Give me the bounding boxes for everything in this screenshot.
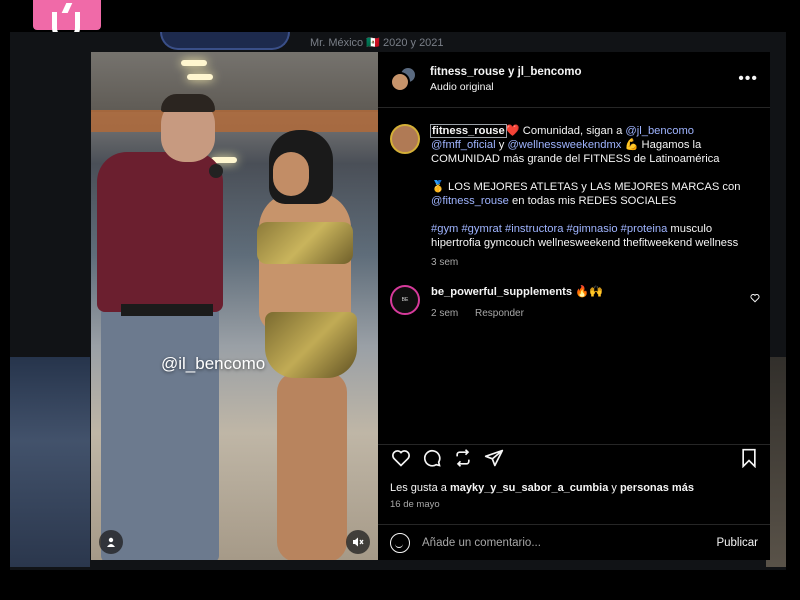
avatar[interactable] [390,124,420,154]
comment-text: 🔥🙌 [575,286,604,298]
video-scene-beam [91,110,378,132]
likes-suffix-prefix: y [611,482,617,494]
likes-user-link[interactable]: mayky_y_su_sabor_a_cumbia [450,482,608,494]
video-person-woman-legs [277,372,347,560]
post-caption: fitness_rouse❤️ Comunidad, sigan a @jl_b… [390,124,762,270]
audio-label[interactable]: Audio original [430,81,581,93]
avatar[interactable]: BE [390,285,420,315]
heart-outline-icon[interactable] [750,293,760,303]
caption-username[interactable]: fitness_rouse [430,124,507,138]
speaker-muted-icon [353,537,364,547]
repost-icon [456,449,470,467]
caption-text: 🥇 LOS MEJORES ATLETAS y LAS MEJORES MARC… [431,181,741,193]
video-scene-lamp [187,74,213,80]
likes-prefix: Les gusta a [390,482,447,494]
caption-timestamp[interactable]: 3 sem [431,256,761,270]
microphone [209,164,223,178]
comment-icon [423,449,441,467]
mention-link[interactable]: @jl_bencomo [625,125,694,137]
comment-composer: Publicar [378,524,770,560]
reply-button[interactable]: Responder [475,308,524,319]
send-button[interactable] [483,447,505,469]
author-avatars[interactable] [390,65,418,94]
video-person-woman-top [257,222,353,264]
background-image-left [10,357,90,567]
save-button[interactable] [738,447,760,469]
more-options-icon[interactable]: ••• [738,70,758,88]
mute-button[interactable] [346,530,370,554]
post-header: fitness_rouse y jl_bencomo Audio origina… [378,52,770,108]
mention-link[interactable]: @wellnessweekendmx [507,139,621,151]
like-button[interactable] [390,447,412,469]
comment-button[interactable] [421,447,443,469]
background-image-top [160,32,290,50]
video-person-man-hair [161,94,215,112]
tagged-users-button[interactable] [99,530,123,554]
video-watermark: @il_bencomo [161,354,266,373]
likes-summary: Les gusta a mayky_y_su_sabor_a_cumbia y … [390,482,694,494]
send-icon [484,449,504,467]
person-icon [107,537,115,547]
post-date[interactable]: 16 de mayo [390,499,440,510]
video-scene-ceiling [91,52,378,112]
hashtag-links[interactable]: #gym #gymrat #instructora #gimnasio #pro… [431,223,667,235]
post-details-panel: fitness_rouse y jl_bencomo Audio origina… [378,52,770,560]
background-caption: Mr. México 🇲🇽 2020 y 2021 [310,37,444,49]
post-authors[interactable]: fitness_rouse y jl_bencomo [430,66,581,78]
mention-link[interactable]: @fmff_oficial [431,139,496,151]
comment-item: BE be_powerful_supplements 🔥🙌 2 sem Resp… [390,285,762,319]
avatar [390,71,410,92]
action-bar [378,444,770,468]
video-person-man-belt [121,304,213,316]
video-person-woman-face [273,152,309,196]
comment-username[interactable]: be_powerful_supplements [431,286,572,298]
video-person-woman-bottom [265,312,357,378]
bookmark-icon [742,448,756,468]
video-person-man-legs [101,307,219,560]
caption-text: ❤️ Comunidad, sigan a [505,125,623,137]
caption-text: y [498,139,505,151]
emoji-icon[interactable] [390,532,410,553]
comment-input[interactable] [422,536,692,549]
heart-icon [392,450,410,467]
post-video[interactable]: @il_bencomo [91,52,378,560]
repost-button[interactable] [452,447,474,469]
comment-timestamp[interactable]: 2 sem [431,308,458,319]
video-person-man [97,152,223,312]
post-modal: @il_bencomo fitness_rouse y jl_bencomo A… [91,52,770,560]
mention-link[interactable]: @fitness_rouse [431,195,509,207]
video-scene-lamp [181,60,207,66]
caption-text: en todas mis REDES SOCIALES [512,195,677,207]
likes-others-link[interactable]: personas más [620,482,694,494]
publish-button[interactable]: Publicar [716,537,758,549]
screen: Mr. México 🇲🇽 2020 y 2021 @il_bencomo fi… [0,0,800,600]
